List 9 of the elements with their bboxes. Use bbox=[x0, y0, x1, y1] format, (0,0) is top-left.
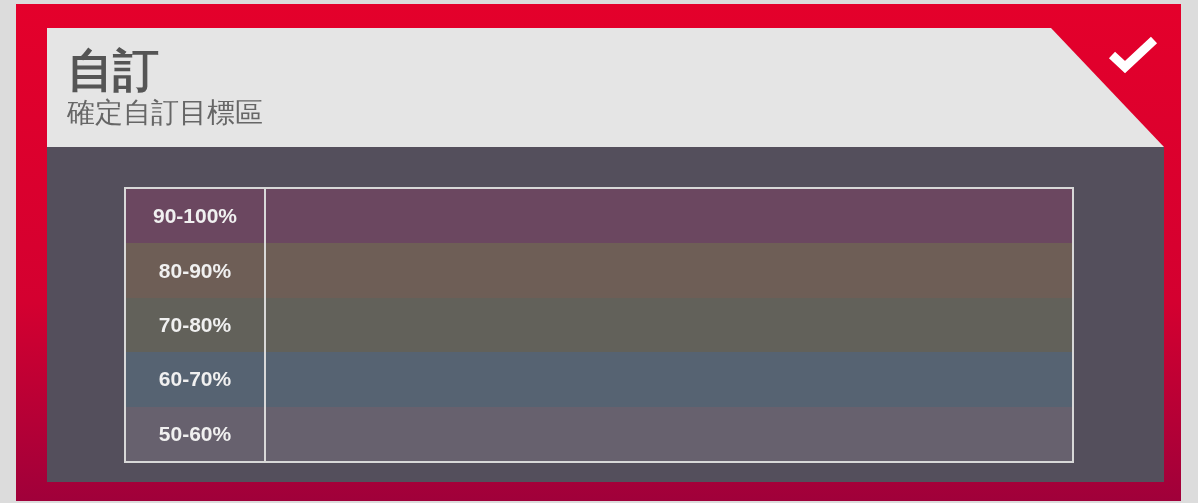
zone-label: 70-80% bbox=[158, 312, 232, 337]
zone-label: 60-70% bbox=[158, 367, 232, 392]
zone-label: 90-100% bbox=[152, 204, 238, 229]
zone-label: 80-90% bbox=[158, 258, 232, 283]
dialog-subtitle: 確定自訂目標區 bbox=[67, 96, 263, 130]
zone-label: 50-60% bbox=[158, 421, 232, 446]
confirm-button[interactable] bbox=[1107, 34, 1159, 74]
check-icon bbox=[1107, 34, 1159, 74]
dialog-title: 自訂 bbox=[67, 45, 159, 96]
